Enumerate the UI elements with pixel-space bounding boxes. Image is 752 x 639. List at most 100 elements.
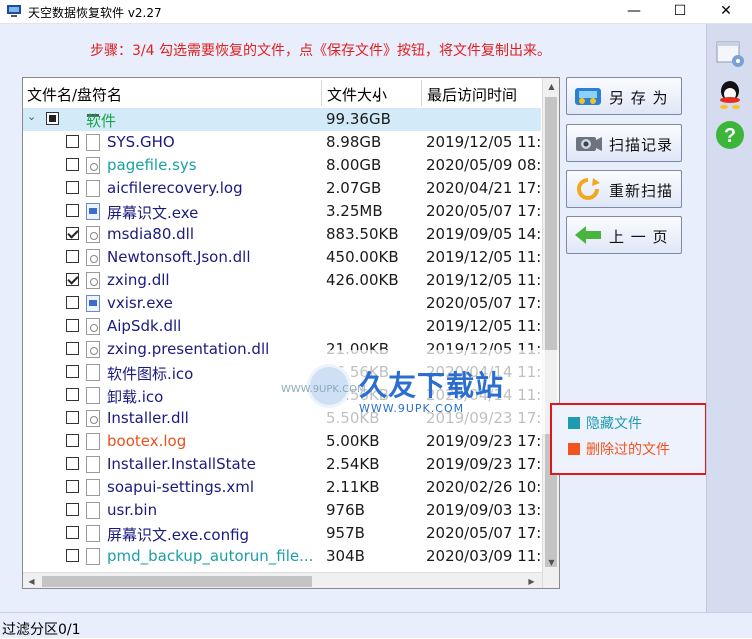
right-toolbar: ? <box>706 24 752 612</box>
file-row[interactable]: 屏幕识文.exe 3.25MB 2020/05/07 17: <box>23 200 541 223</box>
row-checkbox[interactable] <box>66 411 79 424</box>
file-cabinet-icon[interactable] <box>713 36 747 70</box>
file-icon <box>86 180 100 197</box>
watermark-url: WWW.9UPK.COM <box>359 402 465 415</box>
row-checkbox[interactable] <box>66 365 79 378</box>
status-text: 过滤分区0/1 <box>2 622 81 638</box>
file-date: 2020/04/21 17:0 <box>426 179 541 197</box>
file-name: usr.bin <box>107 501 158 519</box>
row-checkbox[interactable] <box>66 250 79 263</box>
help-icon[interactable]: ? <box>713 118 747 152</box>
row-checkbox[interactable] <box>66 480 79 493</box>
file-name: zxing.presentation.dll <box>107 340 270 358</box>
file-size: 8.00GB <box>326 156 382 174</box>
row-checkbox[interactable] <box>66 273 79 286</box>
dll-file-icon <box>86 410 100 427</box>
column-header-size[interactable]: 文件大小 <box>327 84 387 105</box>
row-checkbox[interactable] <box>66 181 79 194</box>
file-date: 2020/03/09 11: <box>426 547 541 565</box>
scroll-thumb[interactable] <box>545 97 557 567</box>
row-checkbox[interactable] <box>66 342 79 355</box>
minimize-button[interactable]: — <box>612 0 656 24</box>
back-arrow-icon <box>575 226 601 244</box>
horizontal-scrollbar[interactable]: ◀ ▶ <box>23 572 542 588</box>
file-size: 976B <box>326 501 365 519</box>
row-checkbox[interactable] <box>66 227 79 240</box>
scroll-up-button[interactable]: ▲ <box>543 78 559 95</box>
file-icon <box>86 479 100 496</box>
column-header-date[interactable]: 最后访问时间 <box>427 84 517 105</box>
row-checkbox[interactable] <box>66 158 79 171</box>
row-checkbox[interactable] <box>66 388 79 401</box>
file-size: 450.00KB <box>326 248 399 266</box>
column-divider[interactable] <box>421 80 422 106</box>
maximize-button[interactable]: ☐ <box>658 0 702 24</box>
file-row[interactable]: soapui-settings.xml 2.11KB 2020/02/26 10: <box>23 476 541 499</box>
row-checkbox[interactable] <box>66 549 79 562</box>
file-row[interactable]: Installer.InstallState 2.54KB 2019/09/23 1… <box>23 453 541 476</box>
row-checkbox[interactable] <box>66 296 79 309</box>
status-bar: 过滤分区0/1 <box>0 612 752 638</box>
file-name: 卸载.ico <box>107 388 164 406</box>
file-row[interactable]: aicfilerecovery.log 2.07GB 2020/04/21 17:0 <box>23 177 541 200</box>
scroll-left-button[interactable]: ◀ <box>23 573 40 588</box>
window-title: 天空数据恢复软件 v2.27 <box>28 6 162 20</box>
file-row[interactable]: zxing.dll 426.00KB 2019/12/05 11:0 <box>23 269 541 292</box>
file-row[interactable]: AipSdk.dll 2019/12/05 11:0 <box>23 315 541 338</box>
file-date: 2019/12/05 11:0 <box>426 317 541 335</box>
previous-page-button[interactable]: 上 一 页 <box>566 216 682 254</box>
row-checkbox[interactable] <box>66 503 79 516</box>
row-checkbox[interactable] <box>66 319 79 332</box>
file-row[interactable]: pmd_backup_autorun_file... 304B 2020/03/09… <box>23 545 541 568</box>
legend-box: 隐藏文件 删除过的文件 <box>550 403 707 475</box>
qq-icon[interactable] <box>713 78 747 112</box>
file-name: vxisr.exe <box>107 294 173 312</box>
file-list[interactable]: 文件名/盘符名 ⌄ 文件大小 最后访问时间 ⌄ 软件 99.36GB SYS.GHO 8… <box>22 77 560 589</box>
file-row[interactable]: SYS.GHO 8.98GB 2019/12/05 11:0 <box>23 131 541 154</box>
row-checkbox[interactable] <box>66 135 79 148</box>
save-as-button[interactable]: 另 存 为 <box>566 77 682 115</box>
column-divider[interactable] <box>321 80 322 106</box>
file-date: 2020/05/07 17: <box>426 294 541 312</box>
row-checkbox[interactable] <box>66 434 79 447</box>
file-icon <box>86 364 100 381</box>
folder-row[interactable]: ⌄ 软件 99.36GB <box>23 108 541 131</box>
file-name: 软件图标.ico <box>107 365 194 383</box>
vertical-scrollbar[interactable]: ▲ ▼ <box>542 78 559 588</box>
expand-chevron-icon[interactable]: ⌄ <box>27 110 36 123</box>
scan-record-label: 扫描记录 <box>609 136 674 154</box>
row-checkbox[interactable] <box>46 112 59 125</box>
file-row[interactable]: 屏幕识文.exe.config 957B 2020/05/07 17: <box>23 522 541 545</box>
dll-file-icon <box>86 341 100 358</box>
file-row[interactable]: Newtonsoft.Json.dll 450.00KB 2019/12/05 11… <box>23 246 541 269</box>
row-checkbox[interactable] <box>66 526 79 539</box>
exe-file-icon <box>86 295 100 312</box>
file-name: zxing.dll <box>107 271 170 289</box>
dll-file-icon <box>86 226 100 243</box>
row-checkbox[interactable] <box>66 457 79 470</box>
dll-file-icon <box>86 272 100 289</box>
scroll-right-button[interactable]: ▶ <box>523 573 540 588</box>
file-date: 2020/02/26 10: <box>426 478 541 496</box>
rescan-button[interactable]: 重新扫描 <box>566 170 682 208</box>
file-name: Installer.dll <box>107 409 189 427</box>
hidden-file-label: 隐藏文件 <box>586 416 642 432</box>
row-checkbox[interactable] <box>66 204 79 217</box>
file-row[interactable]: vxisr.exe 2020/05/07 17: <box>23 292 541 315</box>
h-scroll-thumb[interactable] <box>42 576 312 587</box>
file-name: 软件 <box>86 112 117 130</box>
camera-icon <box>576 137 602 151</box>
column-header-name[interactable]: 文件名/盘符名 <box>27 84 122 105</box>
scroll-down-button[interactable]: ▼ <box>543 554 559 571</box>
file-name: pagefile.sys <box>107 156 197 174</box>
watermark: WWW.9UPK.COM 久友下载站 WWW.9UPK.COM <box>281 350 559 434</box>
file-row[interactable]: pagefile.sys 8.00GB 2020/05/09 08: <box>23 154 541 177</box>
file-row[interactable]: msdia80.dll 883.50KB 2019/09/05 14: <box>23 223 541 246</box>
file-size: 883.50KB <box>326 225 399 243</box>
close-button[interactable]: ✕ <box>704 0 748 24</box>
file-icon <box>86 548 100 565</box>
file-row[interactable]: usr.bin 976B 2019/09/03 13: <box>23 499 541 522</box>
scan-record-button[interactable]: 扫描记录 <box>566 124 682 162</box>
exe-file-icon <box>86 203 100 220</box>
dll-file-icon <box>86 249 100 266</box>
